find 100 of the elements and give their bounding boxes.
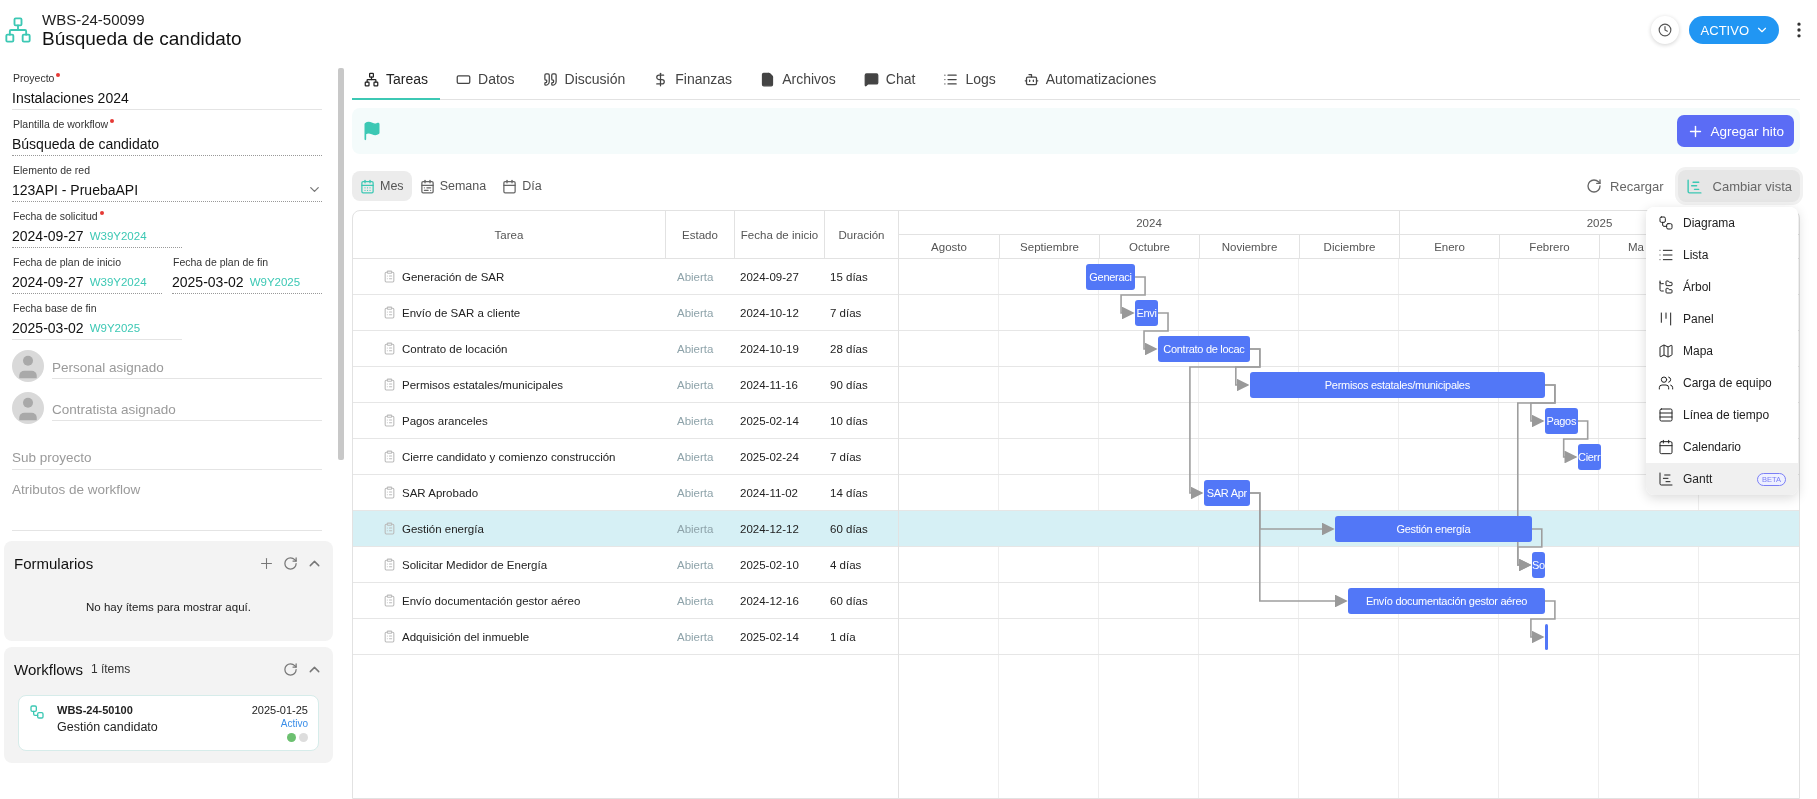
- duration-cell-text: 28 días: [829, 342, 869, 355]
- view-mode-button[interactable]: Mes: [352, 171, 412, 201]
- menu-item[interactable]: Panel: [1646, 303, 1798, 335]
- tab[interactable]: Datos: [444, 60, 527, 100]
- duration-cell-text: 4 días: [829, 558, 863, 571]
- duration-cell-text: 7 días: [829, 306, 863, 319]
- page-title: Búsqueda de candidato: [42, 27, 243, 50]
- tab[interactable]: Chat: [851, 60, 928, 100]
- gantt-bar[interactable]: Contrato de locac: [1158, 336, 1250, 362]
- task-name: Envío de SAR a cliente: [402, 306, 521, 319]
- gantt-bar[interactable]: SAR Apr: [1203, 480, 1250, 506]
- refresh-icon: [1586, 178, 1603, 194]
- add-milestone-button[interactable]: Agregar hito: [1677, 115, 1794, 147]
- task-name: Envío documentación gestor aéreo: [402, 594, 581, 607]
- status-cell-text: Abierta: [676, 522, 715, 535]
- workflow-card[interactable]: WBS-24-50100 Gestión candidato 2025-01-25 Activo: [18, 695, 319, 751]
- tab[interactable]: Logs: [931, 60, 1008, 100]
- menu-item[interactable]: Lista: [1646, 239, 1798, 271]
- menu-item[interactable]: Calendario: [1646, 431, 1798, 463]
- hierarchy-icon: [4, 16, 32, 44]
- view-mode-button[interactable]: Semana: [411, 171, 495, 201]
- connector-arrow: [1530, 600, 1556, 644]
- tab[interactable]: Archivos: [748, 60, 848, 100]
- date-field[interactable]: 2025-03-02 W9Y2025: [12, 316, 182, 340]
- clipboard-icon: [383, 378, 396, 391]
- task-name: Solicitar Medidor de Energía: [402, 558, 548, 571]
- clipboard-icon: [383, 414, 396, 427]
- gantt-bar[interactable]: Permisos estatales/municipales: [1249, 372, 1545, 398]
- task-name: Adquisición del inmueble: [402, 630, 530, 643]
- clock-icon: [1657, 23, 1672, 37]
- month-header: Noviembre: [1199, 235, 1299, 258]
- refresh-icon[interactable]: [283, 555, 298, 571]
- tab[interactable]: Finanzas: [641, 60, 745, 100]
- menu-item[interactable]: Árbol: [1646, 271, 1798, 303]
- menu-item[interactable]: Carga de equipo: [1646, 367, 1798, 399]
- task-name: SAR Aprobado: [402, 486, 479, 499]
- workflow-status: Activo: [280, 718, 308, 729]
- text-field[interactable]: Instalaciones 2024: [12, 86, 322, 110]
- duration-cell-text: 60 días: [829, 522, 869, 535]
- field-label: Plantilla de workflow: [12, 116, 322, 132]
- workflow-icon: [29, 704, 45, 720]
- refresh-icon[interactable]: [283, 661, 298, 677]
- clipboard-icon: [383, 558, 396, 571]
- gantt-bar[interactable]: So: [1531, 552, 1545, 578]
- avatar-icon: [12, 392, 44, 424]
- column-header: Duración: [824, 211, 898, 258]
- tree-icon: [1658, 279, 1674, 295]
- robot-icon: [1023, 71, 1039, 87]
- date-field[interactable]: 2024-09-27 W39Y2024: [12, 270, 162, 294]
- status-cell-text: Abierta: [676, 270, 715, 283]
- select-field[interactable]: 123API - PruebaAPI: [12, 178, 322, 202]
- file-icon: [760, 71, 776, 87]
- clipboard-icon: [383, 306, 396, 319]
- menu-item[interactable]: Diagrama: [1646, 207, 1798, 239]
- status-cell-text: Abierta: [676, 594, 715, 607]
- field-label: Fecha de solicitud: [12, 208, 322, 224]
- date-cell-text: 2024-12-12: [739, 522, 800, 535]
- clipboard-icon: [383, 594, 396, 607]
- gantt-bar[interactable]: Envío documentación gestor aéreo: [1348, 588, 1545, 614]
- status-cell-text: Abierta: [676, 342, 715, 355]
- month-header: Enero: [1399, 235, 1499, 258]
- tab[interactable]: Discusión: [530, 60, 638, 100]
- empty-message: No hay ítems para mostrar aquí.: [85, 600, 252, 615]
- field-label: Fecha de plan de inicio: [12, 255, 122, 270]
- timeline-icon: [1658, 407, 1674, 423]
- date-field[interactable]: 2025-03-02 W9Y2025: [172, 270, 322, 294]
- quote-icon: [542, 71, 558, 87]
- reload-button[interactable]: Recargar: [1580, 177, 1670, 195]
- gantt-bar[interactable]: Generaci: [1085, 264, 1136, 290]
- date-field[interactable]: 2024-09-27 W39Y2024: [12, 224, 182, 248]
- date-cell-text: 2024-10-12: [739, 306, 800, 319]
- task-name: Pagos aranceles: [402, 414, 488, 427]
- status-cell-text: Abierta: [676, 558, 715, 571]
- task-row[interactable]: Gestión energía Abierta 2024-12-12 60 días: [353, 511, 898, 547]
- clipboard-icon: [383, 450, 396, 463]
- calendar-icon: [360, 178, 375, 194]
- clipboard-icon: [383, 342, 396, 355]
- scrollbar[interactable]: [338, 68, 344, 460]
- date-cell-text: 2024-11-02: [739, 486, 799, 499]
- tab[interactable]: Tareas: [352, 60, 441, 100]
- gantt-bar[interactable]: Pagos: [1544, 408, 1578, 434]
- card-title: Formularios: [14, 554, 94, 572]
- view-mode-button[interactable]: Día: [494, 171, 550, 201]
- gantt-bar[interactable]: Envi: [1135, 300, 1158, 326]
- date-cell-text: 2025-02-14: [739, 630, 800, 643]
- diagram-icon: [1658, 215, 1674, 231]
- text-field[interactable]: Búsqueda de candidato: [12, 132, 322, 156]
- gantt-bar[interactable]: [1544, 624, 1549, 650]
- menu-item[interactable]: Línea de tiempo: [1646, 399, 1798, 431]
- task-name: Generación de SAR: [402, 270, 505, 283]
- change-view-button[interactable]: Cambiar vista: [1677, 170, 1800, 202]
- list-icon: [943, 71, 959, 87]
- duration-cell-text: 7 días: [829, 450, 863, 463]
- tab[interactable]: Automatizaciones: [1011, 60, 1169, 100]
- gantt-bar[interactable]: Cierr: [1577, 444, 1601, 470]
- history-button[interactable]: [1650, 16, 1679, 44]
- menu-item[interactable]: Mapa: [1646, 335, 1798, 367]
- workflow-date: 2025-01-25: [251, 704, 308, 716]
- flag-icon: [362, 121, 382, 141]
- gantt-bar[interactable]: Gestión energía: [1335, 516, 1532, 542]
